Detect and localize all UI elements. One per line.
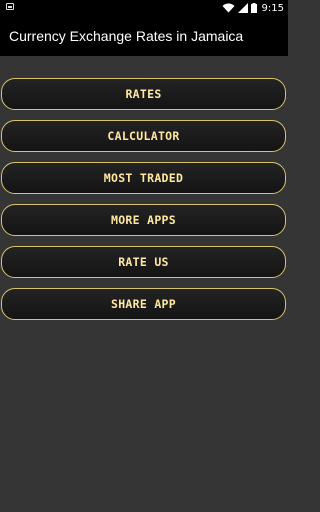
rate-us-button[interactable]: RATE US [1, 246, 286, 278]
signal-icon [237, 3, 248, 13]
app-bar: Currency Exchange Rates in Jamaica [0, 16, 288, 56]
wifi-icon [222, 3, 235, 13]
most-traded-button[interactable]: MOST TRADED [1, 162, 286, 194]
rates-button[interactable]: RATES [1, 78, 286, 110]
calculator-button[interactable]: CALCULATOR [1, 120, 286, 152]
more-apps-button[interactable]: MORE APPS [1, 204, 286, 236]
battery-icon [250, 3, 257, 13]
status-time: 9:15 [261, 2, 284, 14]
status-bar: 9:15 [0, 0, 288, 16]
status-icons: 9:15 [222, 0, 284, 16]
page-title: Currency Exchange Rates in Jamaica [9, 28, 244, 44]
notification-icon [6, 3, 14, 10]
share-app-button[interactable]: SHARE APP [1, 288, 286, 320]
